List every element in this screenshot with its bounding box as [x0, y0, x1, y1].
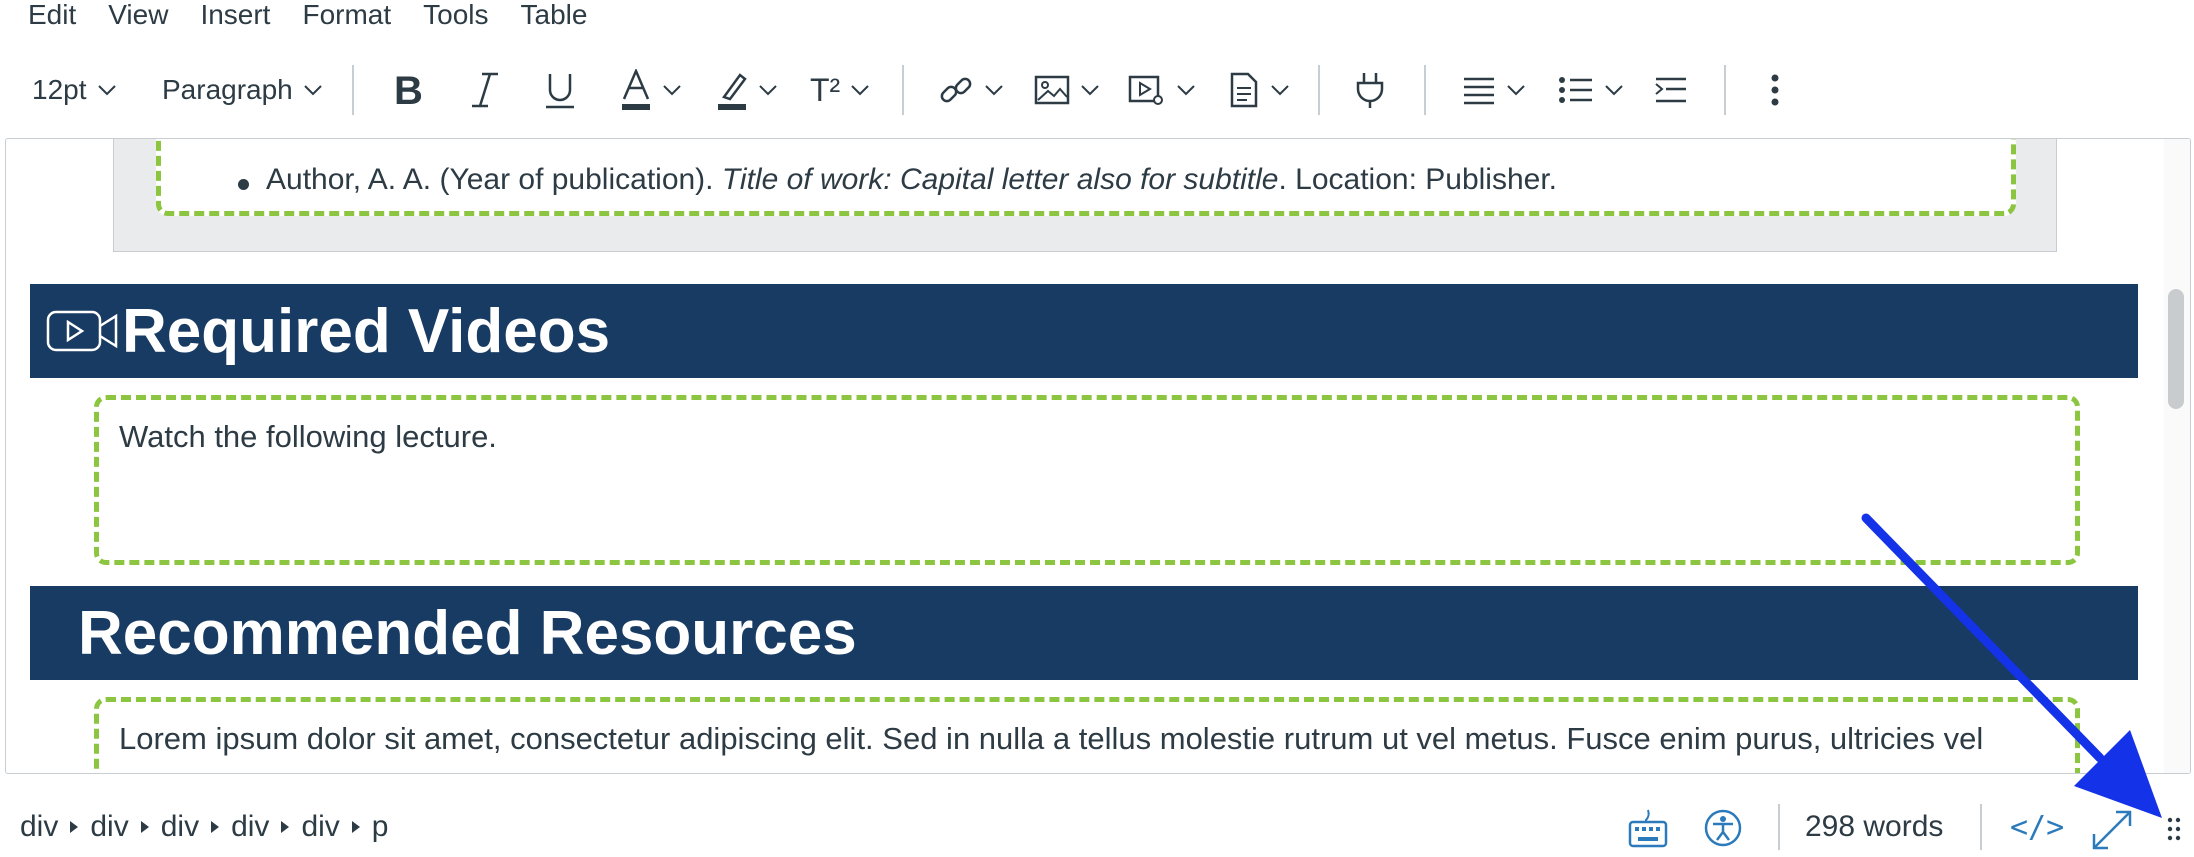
heading-text: Required Videos [122, 296, 611, 366]
path-item[interactable]: div [301, 810, 339, 844]
path-separator-icon [70, 821, 79, 833]
path-separator-icon [211, 821, 220, 833]
menu-format[interactable]: Format [302, 0, 391, 30]
menu-table[interactable]: Table [521, 0, 588, 30]
path-separator-icon [140, 821, 149, 833]
media-button[interactable] [1128, 55, 1196, 125]
status-divider [1778, 804, 1780, 850]
bullet-marker [238, 179, 249, 190]
highlight-icon [718, 73, 747, 110]
italic-button[interactable] [470, 55, 500, 125]
indent-button[interactable] [1654, 55, 1688, 125]
videos-paragraph[interactable]: Watch the following lecture. [119, 419, 497, 455]
block-format-select[interactable]: Paragraph [162, 55, 323, 125]
media-icon [1128, 75, 1163, 105]
plugin-icon [1356, 73, 1384, 108]
chevron-down-icon [1507, 85, 1525, 96]
citation-title: Title of work: Capital letter also for s… [721, 163, 1279, 196]
svg-text:B: B [394, 70, 423, 110]
citation-location: . Location: Publisher. [1278, 163, 1558, 196]
html-editor-toggle[interactable]: </> [2010, 810, 2064, 845]
status-bar: div div div div div p 298 words </> [0, 790, 2194, 852]
plugin-button[interactable] [1354, 55, 1386, 125]
keyboard-icon [1628, 809, 1668, 848]
toolbar-divider [902, 65, 904, 115]
more-icon [1771, 74, 1779, 106]
more-options-button[interactable] [1770, 55, 1780, 125]
video-camera-icon [46, 310, 118, 352]
path-separator-icon [351, 821, 360, 833]
block-format-value: Paragraph [162, 74, 293, 105]
chevron-down-icon [663, 85, 681, 96]
font-size-value: 12pt [32, 74, 87, 105]
text-color-button[interactable] [620, 55, 682, 125]
keyboard-shortcuts-button[interactable] [1628, 808, 1668, 853]
resources-paragraph[interactable]: Lorem ipsum dolor sit amet, consectetur … [119, 721, 1983, 757]
recommended-resources-heading: Recommended Resources [30, 586, 2138, 680]
chevron-down-icon [304, 85, 322, 96]
menu-insert[interactable]: Insert [200, 0, 270, 30]
underline-button[interactable] [544, 55, 576, 125]
drag-handle-icon [2167, 817, 2181, 841]
image-icon [1034, 75, 1070, 105]
bullet-list-icon [1559, 77, 1592, 103]
document-button[interactable] [1228, 55, 1290, 125]
toolbar-divider [1318, 65, 1320, 115]
italic-icon [472, 72, 498, 108]
menu-edit[interactable]: Edit [28, 0, 76, 30]
underline-icon [546, 74, 574, 109]
chevron-down-icon [1081, 85, 1099, 96]
accessibility-icon [1704, 809, 1742, 847]
citation-text[interactable]: Author, A. A. (Year of publication). Tit… [266, 163, 1557, 197]
superscript-button[interactable]: T² [810, 55, 870, 125]
chevron-down-icon [1177, 85, 1195, 96]
chevron-down-icon [97, 85, 116, 96]
chevron-down-icon [851, 85, 869, 96]
font-size-select[interactable]: 12pt [32, 55, 117, 125]
heading-text: Recommended Resources [78, 598, 857, 668]
document-icon [1230, 72, 1258, 108]
accessibility-checker-button[interactable] [1703, 808, 1743, 853]
path-item[interactable]: div [90, 810, 128, 844]
chevron-down-icon [1271, 85, 1289, 96]
element-path: div div div div div p [20, 810, 388, 844]
toolbar-divider [352, 65, 354, 115]
link-button[interactable] [938, 55, 1004, 125]
menu-tools[interactable]: Tools [423, 0, 488, 30]
fullscreen-icon [2092, 810, 2132, 850]
superscript-icon: T² [810, 71, 841, 108]
path-item[interactable]: div [231, 810, 269, 844]
highlight-button[interactable] [716, 55, 778, 125]
link-icon [940, 77, 972, 103]
chevron-down-icon [1605, 85, 1623, 96]
resize-handle[interactable] [2166, 816, 2182, 851]
editor-toolbar: 12pt Paragraph B T² [0, 55, 2194, 125]
path-item[interactable]: div [20, 810, 58, 844]
word-count[interactable]: 298 words [1805, 810, 1943, 844]
path-item[interactable]: p [372, 810, 389, 844]
scrollbar-track[interactable] [2164, 139, 2190, 773]
image-button[interactable] [1034, 55, 1100, 125]
fullscreen-button[interactable] [2090, 808, 2134, 857]
chevron-down-icon [759, 85, 777, 96]
toolbar-divider [1724, 65, 1726, 115]
bold-button[interactable]: B [392, 55, 426, 125]
editor-content[interactable]: Author, A. A. (Year of publication). Tit… [5, 138, 2191, 774]
align-icon [1464, 77, 1494, 105]
path-separator-icon [281, 821, 290, 833]
bullet-list-button[interactable] [1558, 55, 1624, 125]
menu-bar: Edit View Insert Format Tools Table [0, 0, 619, 36]
citation-author: Author, A. A. (Year of publication). [266, 163, 722, 196]
bold-icon: B [394, 70, 423, 110]
required-videos-heading: Required Videos [30, 284, 2138, 378]
toolbar-divider [1424, 65, 1426, 115]
menu-view[interactable]: View [108, 0, 168, 30]
chevron-down-icon [985, 85, 1003, 96]
path-item[interactable]: div [161, 810, 199, 844]
align-button[interactable] [1462, 55, 1526, 125]
status-divider [1980, 804, 1982, 850]
scrollbar-thumb[interactable] [2168, 289, 2184, 409]
text-color-icon [622, 69, 650, 110]
indent-icon [1655, 77, 1686, 103]
